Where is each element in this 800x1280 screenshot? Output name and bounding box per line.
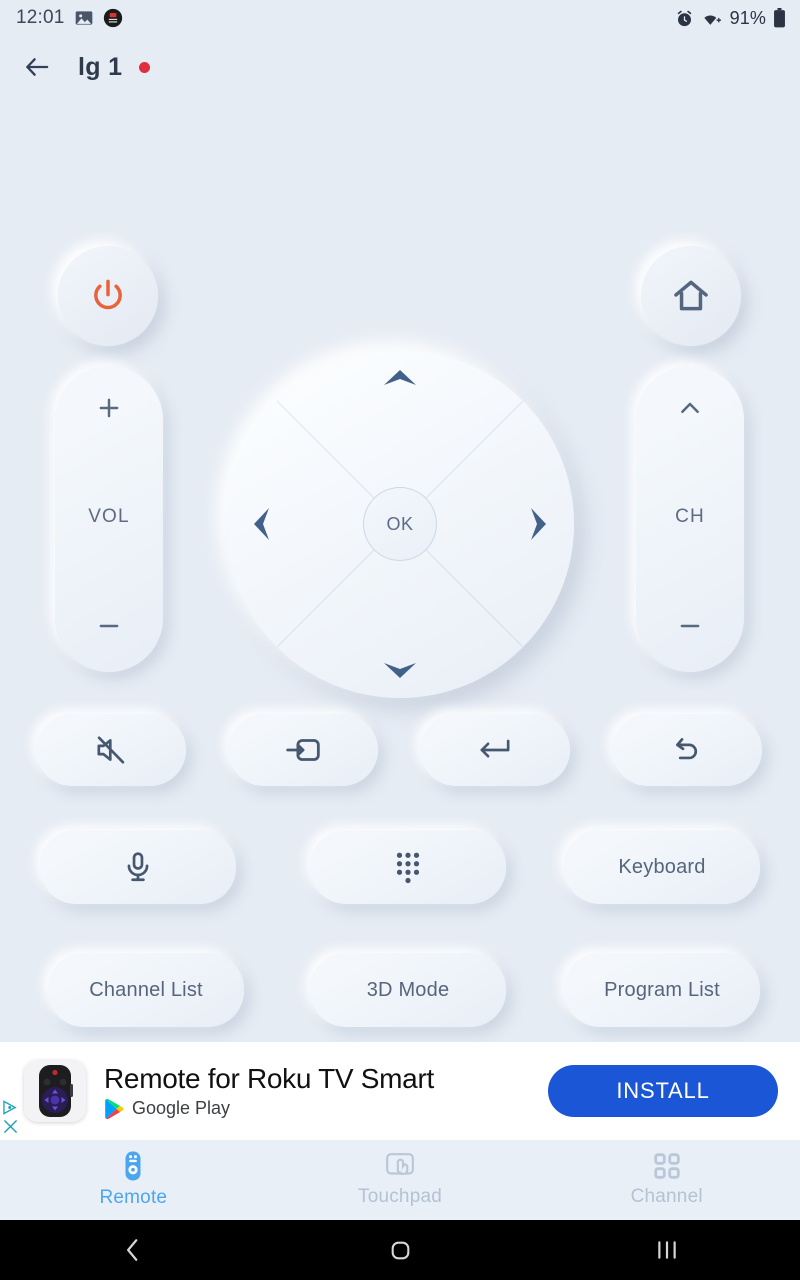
nav-item-remote[interactable]: Remote bbox=[0, 1140, 267, 1220]
ad-app-icon bbox=[24, 1060, 86, 1122]
android-home-button[interactable] bbox=[267, 1238, 534, 1263]
input-source-icon bbox=[284, 733, 322, 767]
3d-mode-button[interactable]: 3D Mode bbox=[310, 953, 506, 1027]
channel-list-button[interactable]: Channel List bbox=[48, 953, 244, 1027]
android-recents-button[interactable] bbox=[533, 1239, 800, 1261]
channel-list-label: Channel List bbox=[89, 978, 203, 1001]
grid-icon bbox=[653, 1152, 681, 1180]
microphone-icon bbox=[121, 850, 155, 884]
app-header: lg 1 bbox=[0, 36, 800, 98]
android-back-button[interactable] bbox=[0, 1237, 267, 1263]
alarm-icon bbox=[675, 9, 694, 28]
chevron-left-icon bbox=[122, 1237, 144, 1263]
ad-choices-group[interactable] bbox=[2, 1100, 19, 1135]
page-title: lg 1 bbox=[78, 52, 123, 81]
ad-text-group: Remote for Roku TV Smart Google Play bbox=[104, 1063, 434, 1120]
title-group: lg 1 bbox=[78, 52, 151, 82]
dpad-ok-button[interactable]: OK bbox=[363, 487, 437, 561]
channel-down-button[interactable] bbox=[636, 606, 744, 646]
google-play-icon bbox=[104, 1098, 124, 1120]
ad-install-button[interactable]: INSTALL bbox=[548, 1065, 778, 1117]
keypad-button[interactable] bbox=[310, 830, 506, 904]
mute-icon bbox=[94, 733, 128, 767]
remote-icon bbox=[120, 1151, 146, 1181]
back-button[interactable] bbox=[20, 50, 54, 84]
nav-label-channel: Channel bbox=[630, 1186, 703, 1207]
back-undo-icon bbox=[670, 733, 704, 767]
enter-icon bbox=[477, 735, 513, 765]
dialpad-icon bbox=[392, 850, 424, 884]
mute-button[interactable] bbox=[36, 714, 186, 786]
keyboard-button[interactable]: Keyboard bbox=[564, 830, 760, 904]
adchoices-icon[interactable] bbox=[2, 1100, 19, 1115]
home-button[interactable] bbox=[641, 246, 741, 346]
keyboard-label: Keyboard bbox=[618, 855, 706, 878]
volume-up-button[interactable] bbox=[55, 388, 163, 428]
3d-mode-label: 3D Mode bbox=[366, 978, 450, 1001]
home-icon bbox=[670, 275, 712, 317]
image-icon bbox=[74, 8, 94, 28]
nav-label-remote: Remote bbox=[99, 1187, 168, 1208]
dpad: OK bbox=[226, 350, 574, 698]
program-list-button[interactable]: Program List bbox=[564, 953, 760, 1027]
nav-item-channel[interactable]: Channel bbox=[533, 1140, 800, 1220]
status-bar-right: 91% bbox=[675, 8, 786, 29]
volume-rocker[interactable]: VOL bbox=[55, 366, 163, 672]
power-button[interactable] bbox=[58, 246, 158, 346]
back-button-remote[interactable] bbox=[612, 714, 762, 786]
ad-source-label: Google Play bbox=[132, 1098, 231, 1118]
app-notification-icon bbox=[103, 8, 123, 28]
recents-icon bbox=[655, 1239, 679, 1261]
battery-percent: 91% bbox=[729, 7, 766, 28]
touchpad-icon bbox=[385, 1152, 415, 1180]
channel-rocker[interactable]: CH bbox=[636, 366, 744, 672]
bottom-navigation: Remote Touchpad Channel bbox=[0, 1140, 800, 1220]
enter-button[interactable] bbox=[420, 714, 570, 786]
battery-icon bbox=[773, 8, 786, 28]
voice-button[interactable] bbox=[40, 830, 236, 904]
ok-label: OK bbox=[386, 513, 414, 534]
ad-title: Remote for Roku TV Smart bbox=[104, 1062, 434, 1094]
status-bar: 12:01 91% bbox=[0, 0, 800, 36]
android-navigation-bar bbox=[0, 1220, 800, 1280]
volume-label: VOL bbox=[88, 506, 130, 527]
nav-item-touchpad[interactable]: Touchpad bbox=[267, 1140, 534, 1220]
status-time: 12:01 bbox=[16, 7, 65, 28]
nav-label-touchpad: Touchpad bbox=[358, 1186, 443, 1207]
home-square-icon bbox=[388, 1238, 413, 1263]
input-source-button[interactable] bbox=[228, 714, 378, 786]
wifi-icon bbox=[701, 9, 723, 28]
program-list-label: Program List bbox=[604, 978, 720, 1001]
volume-down-button[interactable] bbox=[55, 606, 163, 646]
connection-status-dot bbox=[139, 61, 151, 73]
channel-label: CH bbox=[675, 506, 705, 527]
channel-up-button[interactable] bbox=[636, 388, 744, 428]
ad-banner[interactable]: Remote for Roku TV Smart Google Play INS… bbox=[0, 1042, 800, 1140]
power-icon bbox=[88, 276, 128, 316]
remote-panel: VOL CH OK Keyboard Channel List 3D Mode … bbox=[0, 98, 800, 1027]
status-bar-left: 12:01 bbox=[16, 7, 123, 29]
ad-source-row: Google Play bbox=[104, 1098, 434, 1120]
close-icon[interactable] bbox=[2, 1118, 19, 1135]
